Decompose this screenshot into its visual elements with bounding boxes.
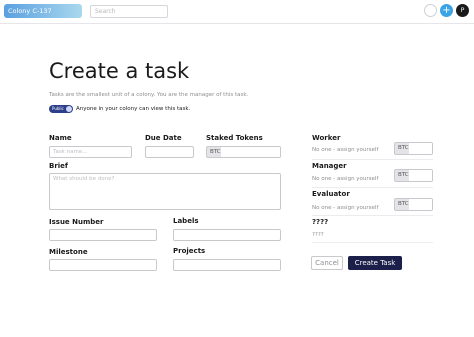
brief-textarea[interactable]: [49, 173, 281, 210]
staked-tokens-field[interactable]: BTC: [206, 146, 281, 158]
page-title: Create a task: [49, 59, 190, 83]
divider: [312, 187, 433, 188]
worker-token-field[interactable]: BTC: [394, 142, 433, 155]
issue-number-input[interactable]: [49, 229, 157, 241]
public-toggle-label: Public: [52, 105, 64, 111]
notification-icon[interactable]: [424, 4, 437, 17]
evaluator-token-input[interactable]: [408, 199, 432, 210]
page-subtitle: Tasks are the smallest unit of a colony.…: [49, 92, 249, 98]
top-bar: Colony C-137 + P: [0, 0, 474, 24]
divider: [312, 242, 433, 243]
evaluator-assign-link[interactable]: No one - assign yourself: [312, 205, 378, 211]
labels-label: Labels: [173, 217, 199, 225]
manager-label: Manager: [312, 162, 347, 170]
staked-token-symbol: BTC: [207, 147, 221, 157]
colony-switcher[interactable]: Colony C-137: [4, 4, 82, 18]
divider: [312, 159, 433, 160]
toggle-knob-icon: [66, 105, 72, 112]
labels-input[interactable]: [173, 229, 281, 241]
public-toggle[interactable]: Public: [49, 104, 73, 113]
name-label: Name: [49, 134, 72, 142]
manager-assign-link[interactable]: No one - assign yourself: [312, 176, 378, 182]
evaluator-token-field[interactable]: BTC: [394, 198, 433, 211]
evaluator-label: Evaluator: [312, 190, 350, 198]
milestone-input[interactable]: [49, 259, 157, 271]
create-task-button[interactable]: Create Task: [348, 256, 402, 270]
visibility-row: Public Anyone in your colony can view th…: [49, 104, 190, 113]
unknown-role-value: ????: [312, 232, 324, 238]
worker-token-symbol: BTC: [395, 143, 409, 154]
milestone-label: Milestone: [49, 248, 88, 256]
visibility-description: Anyone in your colony can view this task…: [76, 105, 191, 112]
staked-tokens-label: Staked Tokens: [206, 134, 263, 142]
due-date-input[interactable]: [145, 146, 194, 158]
plus-icon[interactable]: +: [440, 4, 453, 17]
issue-number-label: Issue Number: [49, 218, 104, 226]
search-input[interactable]: [90, 5, 168, 18]
staked-tokens-input[interactable]: [220, 147, 280, 157]
worker-token-input[interactable]: [408, 143, 432, 154]
avatar[interactable]: P: [456, 4, 469, 17]
projects-input[interactable]: [173, 259, 281, 271]
manager-token-field[interactable]: BTC: [394, 169, 433, 182]
brief-label: Brief: [49, 162, 68, 170]
manager-token-symbol: BTC: [395, 170, 409, 181]
worker-label: Worker: [312, 134, 341, 142]
worker-assign-link[interactable]: No one - assign yourself: [312, 147, 378, 153]
projects-label: Projects: [173, 247, 206, 255]
unknown-role-label: ????: [312, 218, 329, 226]
due-date-label: Due Date: [145, 134, 182, 142]
cancel-button[interactable]: Cancel: [311, 256, 343, 270]
evaluator-token-symbol: BTC: [395, 199, 409, 210]
name-input[interactable]: [49, 146, 132, 158]
manager-token-input[interactable]: [408, 170, 432, 181]
divider: [312, 215, 433, 216]
